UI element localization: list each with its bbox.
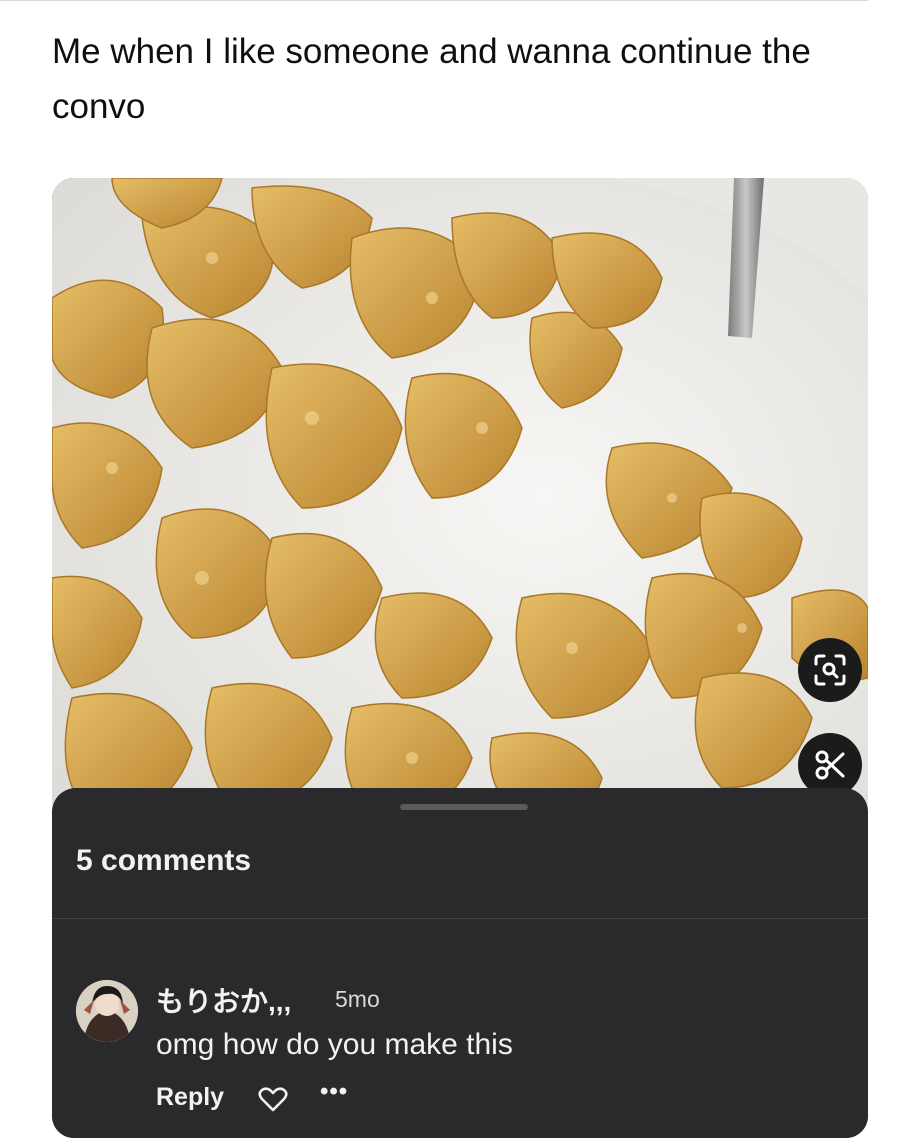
comment-username[interactable]: もりおか,,,	[156, 980, 291, 1020]
comment-timestamp: 5mo	[335, 986, 380, 1012]
visual-search-icon	[814, 654, 846, 686]
top-divider	[0, 0, 868, 1]
cereal-photo[interactable]	[52, 178, 868, 818]
comments-sheet: 5 comments もりおか,,, 5mo omg how do you ma…	[52, 788, 868, 1138]
heart-icon[interactable]	[258, 1086, 288, 1112]
reply-button[interactable]: Reply	[156, 1083, 224, 1112]
sheet-divider	[52, 918, 868, 919]
pin-card: 5 comments もりおか,,, 5mo omg how do you ma…	[52, 178, 868, 1138]
sheet-drag-handle[interactable]	[400, 804, 528, 810]
comment-count: 5 comments	[76, 844, 252, 877]
avatar[interactable]	[76, 980, 138, 1042]
more-dots-icon[interactable]: •••	[320, 1078, 348, 1106]
scissors-icon	[815, 750, 845, 780]
comment-text: omg how do you make this	[156, 1028, 513, 1061]
visual-search-button[interactable]	[798, 638, 862, 702]
post-caption: Me when I like someone and wanna continu…	[52, 32, 811, 126]
